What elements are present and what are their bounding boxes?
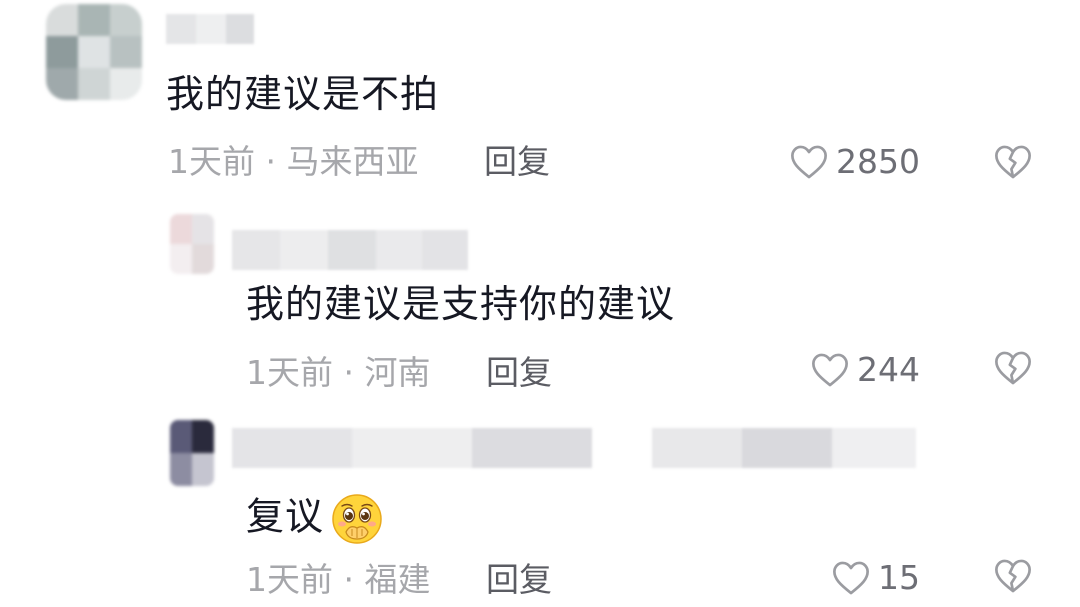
like-count: 2850	[836, 142, 920, 181]
like-button[interactable]: 244	[760, 348, 920, 392]
avatar-pixel	[78, 36, 110, 68]
username-pixel	[742, 428, 832, 468]
avatar-pixel	[170, 244, 192, 274]
comment-meta: 1天前 · 马来西亚	[168, 142, 419, 182]
dislike-broken-heart-icon[interactable]	[994, 350, 1032, 386]
avatar-pixel	[46, 36, 78, 68]
comment-location: 福建	[364, 560, 431, 599]
avatar-pixel	[110, 36, 142, 68]
username-pixel	[328, 230, 376, 270]
like-count: 15	[878, 558, 920, 597]
avatar-pixel	[192, 453, 214, 486]
reply-button[interactable]: 回复	[486, 353, 552, 393]
avatar-pixel	[78, 68, 110, 100]
avatar-pixel	[46, 68, 78, 100]
meta-separator: ·	[343, 560, 355, 599]
comment-time: 1天前	[246, 353, 333, 392]
avatar-pixel	[46, 4, 78, 36]
username-pixel	[196, 14, 226, 44]
username-pixel	[352, 428, 472, 468]
comment-location: 马来西亚	[286, 142, 419, 181]
heart-icon	[790, 144, 828, 180]
avatar[interactable]	[170, 214, 214, 274]
avatar-pixel	[192, 214, 214, 244]
avatar-pixel	[110, 4, 142, 36]
username-pixel	[226, 14, 254, 44]
meta-separator: ·	[343, 353, 355, 392]
heart-icon	[832, 560, 870, 596]
username-pixel	[232, 428, 352, 468]
like-count: 244	[857, 350, 920, 389]
like-button[interactable]: 2850	[760, 140, 920, 184]
username-pixel	[422, 230, 468, 270]
username-pixel	[472, 428, 592, 468]
avatar-pixel	[192, 420, 214, 453]
username-pixel	[280, 230, 328, 270]
username-redacted[interactable]	[232, 230, 468, 270]
comment-thread: 我的建议是不拍 1天前 · 马来西亚 回复 2850 我的建议是支持你的建议 1…	[0, 0, 1080, 607]
username-pixel	[652, 428, 742, 468]
meta-separator: ·	[265, 142, 277, 181]
comment-location: 河南	[364, 353, 431, 392]
avatar-pixel	[170, 214, 192, 244]
reply-button[interactable]: 回复	[484, 142, 550, 182]
avatar[interactable]	[46, 4, 142, 100]
username-pixel	[166, 14, 196, 44]
comment-text: 我的建议是不拍	[166, 72, 440, 116]
dislike-broken-heart-icon[interactable]	[994, 144, 1032, 180]
comment-text: 复议	[246, 492, 384, 546]
dislike-broken-heart-icon[interactable]	[994, 558, 1032, 594]
avatar-pixel	[78, 4, 110, 36]
heart-icon	[811, 352, 849, 388]
avatar-pixel	[192, 244, 214, 274]
avatar[interactable]	[170, 420, 214, 486]
avatar-pixel	[110, 68, 142, 100]
comment-text: 我的建议是支持你的建议	[246, 282, 676, 326]
covering-mouth-emoji-icon	[330, 492, 384, 546]
username-pixel	[232, 230, 280, 270]
comment-time: 1天前	[168, 142, 255, 181]
comment-meta: 1天前 · 福建	[246, 560, 431, 600]
username-pixel	[376, 230, 422, 270]
comment-time: 1天前	[246, 560, 333, 599]
username-redacted[interactable]	[166, 14, 254, 44]
reply-button[interactable]: 回复	[486, 560, 552, 600]
avatar-pixel	[170, 453, 192, 486]
like-button[interactable]: 15	[760, 556, 920, 600]
username-redacted[interactable]	[232, 428, 916, 468]
comment-text-content: 复议	[246, 494, 325, 539]
comment-meta: 1天前 · 河南	[246, 353, 431, 393]
username-pixel	[832, 428, 916, 468]
avatar-pixel	[170, 420, 192, 453]
